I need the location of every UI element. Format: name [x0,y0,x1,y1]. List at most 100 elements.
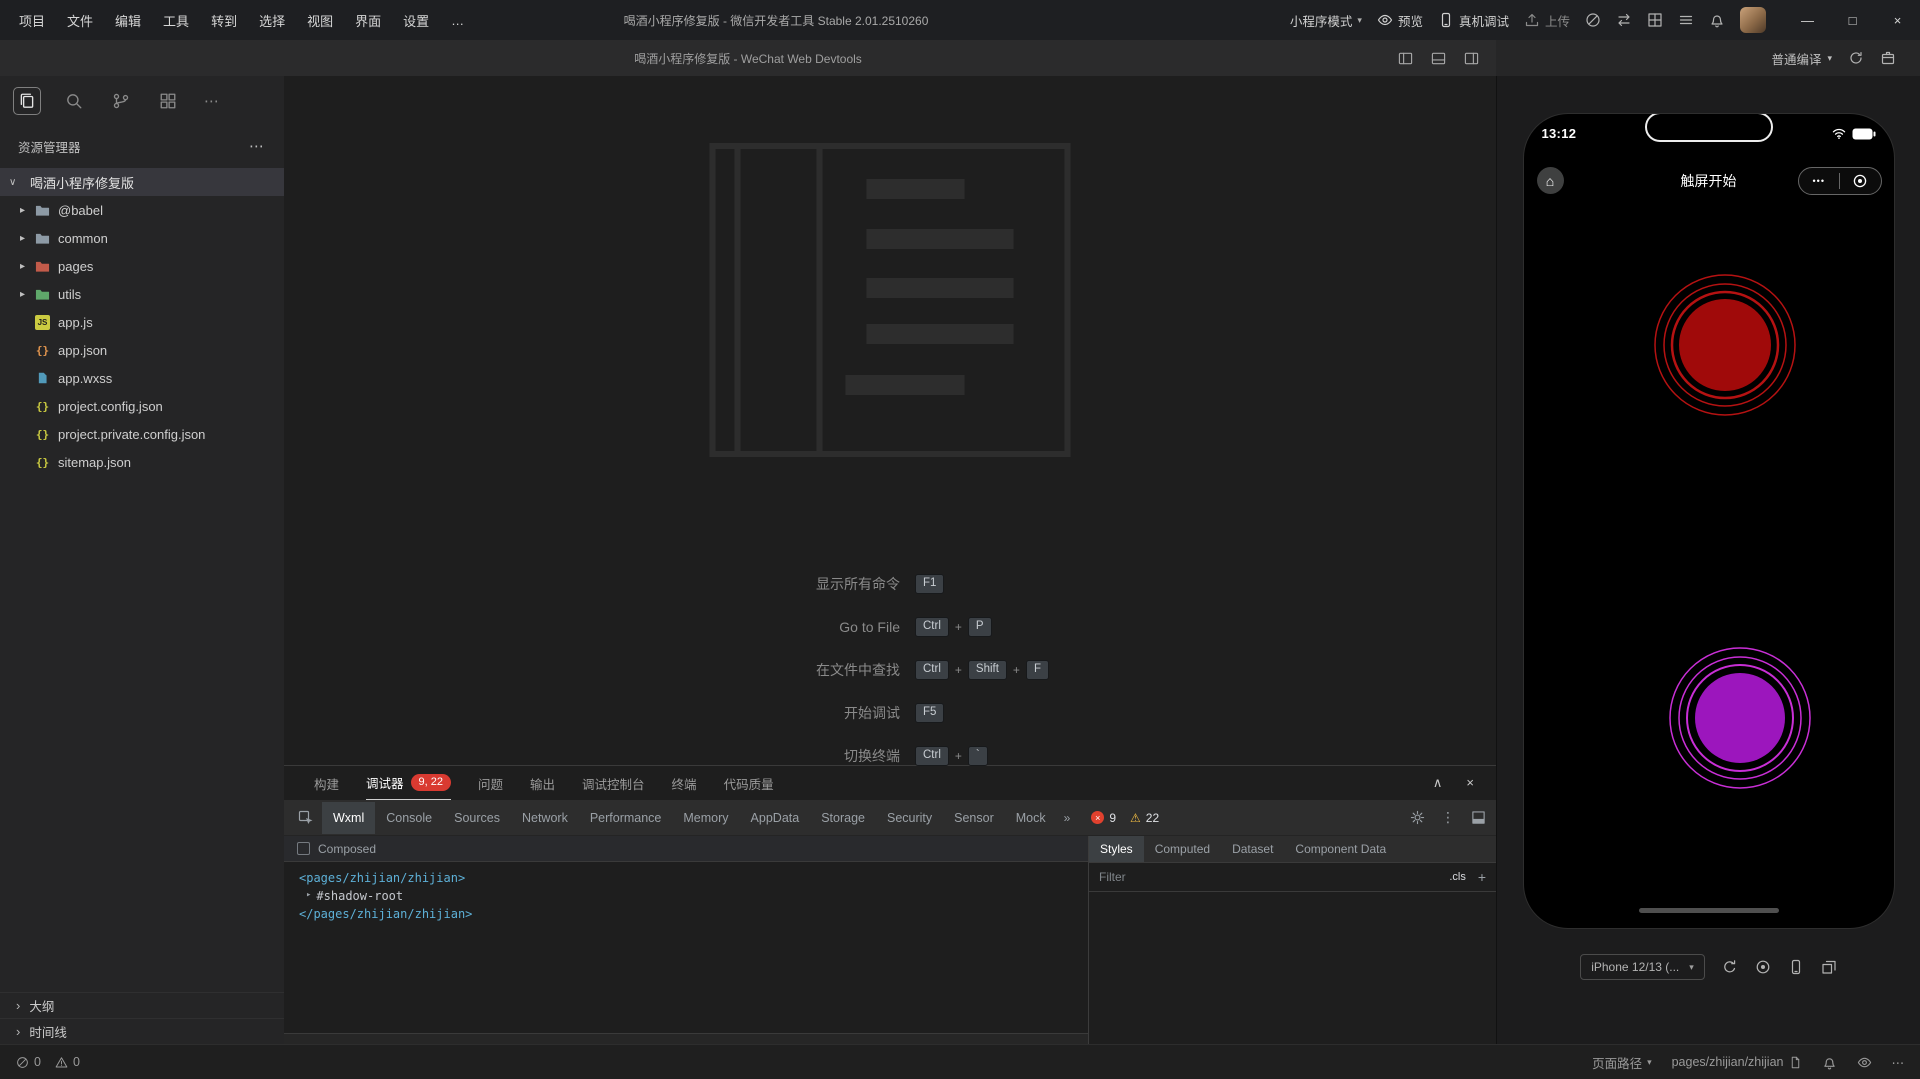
mode-select-button[interactable]: 小程序模式 ▾ [1290,11,1362,30]
horizontal-scrollbar[interactable] [284,1033,1088,1044]
close-button[interactable]: × [1875,0,1920,40]
wxml-shadow-root[interactable]: ▸ #shadow-root [299,887,1088,905]
menu-goto[interactable]: 转到 [200,7,248,34]
compile-mode-select[interactable]: 普通编译 ▾ [1771,49,1832,68]
problems-errors[interactable]: 0 [16,1055,41,1069]
menu-settings[interactable]: 设置 [392,7,440,34]
tab-dataset[interactable]: Dataset [1221,836,1284,862]
devtab-mock[interactable]: Mock [1005,802,1057,834]
new-style-rule-button[interactable]: + [1474,869,1486,885]
preview-button[interactable]: 预览 [1377,11,1423,30]
tree-item-file[interactable]: JS app.js [0,308,284,336]
tab-styles[interactable]: Styles [1089,836,1144,862]
wx ml-close-tag[interactable]: </pages/zhijian/zhijian> [299,905,1088,923]
collapse-panel-button[interactable]: ∧ [1433,775,1443,791]
tree-item-folder[interactable]: ▸ pages [0,252,284,280]
statusbar-more-button[interactable]: ⋯ [1892,1055,1905,1070]
activity-more-button[interactable]: ⋯ [202,92,221,110]
menu-tools[interactable]: 工具 [152,7,200,34]
more-tabs-button[interactable]: » [1057,811,1078,825]
tab-debugger[interactable]: 调试器 9, 22 [366,766,451,800]
grid-view-button[interactable] [1647,12,1663,28]
devtab-memory[interactable]: Memory [672,802,739,834]
tree-item-file[interactable]: {} sitemap.json [0,448,284,476]
wxml-open-tag[interactable]: <pages/zhijian/zhijian> [299,869,1088,887]
tab-problems[interactable]: 问题 [478,766,503,800]
source-control-view-button[interactable] [108,88,134,114]
compare-button[interactable] [1616,12,1632,28]
device-frame-button[interactable] [1788,959,1804,975]
toggle-class-button[interactable]: .cls [1449,871,1466,883]
menu-interface[interactable]: 界面 [344,7,392,34]
devtab-sources[interactable]: Sources [443,802,511,834]
devtab-security[interactable]: Security [876,802,943,834]
menu-select[interactable]: 选择 [248,7,296,34]
devtab-performance[interactable]: Performance [579,802,673,834]
extensions-view-button[interactable] [155,88,181,114]
devtab-storage[interactable]: Storage [810,802,876,834]
toggle-bottom-pane-icon[interactable] [1430,51,1447,66]
minimize-button[interactable]: — [1785,0,1830,40]
menu-edit[interactable]: 编辑 [104,7,152,34]
float-window-button[interactable] [1821,959,1837,975]
red-target-circle[interactable] [1640,260,1810,430]
page-path-select[interactable]: 页面路径 ▾ [1592,1053,1652,1072]
menu-list-button[interactable] [1678,12,1694,28]
document-icon[interactable] [1789,1056,1802,1069]
upload-button[interactable]: 上传 [1524,11,1570,30]
tree-item-folder[interactable]: ▸ common [0,224,284,252]
tree-item-folder[interactable]: ▸ @babel [0,196,284,224]
inspect-element-button[interactable] [290,810,322,826]
tree-item-file[interactable]: app.wxss [0,364,284,392]
composed-checkbox[interactable] [297,842,310,855]
clear-cache-button[interactable] [1880,50,1896,66]
problems-warnings[interactable]: 0 [55,1055,80,1069]
tree-item-file[interactable]: {} app.json [0,336,284,364]
menu-file[interactable]: 文件 [56,7,104,34]
tab-computed[interactable]: Computed [1144,836,1221,862]
styles-filter-input[interactable] [1099,870,1441,884]
menu-project[interactable]: 项目 [8,7,56,34]
notifications-button[interactable] [1709,12,1725,28]
purple-target-circle[interactable] [1655,633,1825,803]
outline-section[interactable]: › 大纲 [0,992,284,1018]
tab-build[interactable]: 构建 [314,766,339,800]
kebab-menu-icon[interactable]: ⋮ [1441,809,1455,826]
devtab-console[interactable]: Console [375,802,443,834]
bell-icon[interactable] [1822,1055,1837,1070]
tab-code-quality[interactable]: 代码质量 [724,766,774,800]
explorer-more-button[interactable]: ⋯ [249,137,264,155]
disabled-sync-button[interactable] [1585,12,1601,28]
gear-icon[interactable] [1410,810,1425,825]
explorer-view-button[interactable] [14,88,40,114]
tab-debug-console[interactable]: 调试控制台 [582,766,645,800]
toggle-right-pane-icon[interactable] [1463,51,1480,66]
capsule-close-button[interactable] [1840,173,1881,189]
user-avatar[interactable] [1740,7,1766,33]
menu-more[interactable]: … [440,9,475,32]
dock-side-icon[interactable] [1471,810,1486,825]
eye-icon[interactable] [1857,1055,1872,1070]
remote-debug-button[interactable]: 真机调试 [1438,11,1509,30]
console-error-counter[interactable]: × 9 [1091,811,1116,825]
timeline-section[interactable]: › 时间线 [0,1018,284,1044]
devtab-wxml[interactable]: Wxml [322,802,375,834]
search-view-button[interactable] [61,88,87,114]
capsule-more-button[interactable]: ••• [1799,176,1840,186]
devtab-network[interactable]: Network [511,802,579,834]
tab-component-data[interactable]: Component Data [1284,836,1397,862]
maximize-button[interactable]: □ [1830,0,1875,40]
tab-terminal[interactable]: 终端 [672,766,697,800]
device-selector[interactable]: iPhone 12/13 (... ▾ [1580,954,1705,980]
rotate-device-button[interactable] [1722,959,1738,975]
tab-output[interactable]: 输出 [530,766,555,800]
tree-item-file[interactable]: {} project.config.json [0,392,284,420]
menu-view[interactable]: 视图 [296,7,344,34]
tree-item-folder[interactable]: ▸ utils [0,280,284,308]
record-button[interactable] [1755,959,1771,975]
refresh-button[interactable] [1848,50,1864,66]
close-panel-button[interactable]: × [1466,775,1474,791]
toggle-left-pane-icon[interactable] [1397,51,1414,66]
console-warning-counter[interactable]: ⚠ 22 [1130,811,1159,825]
tree-item-file[interactable]: {} project.private.config.json [0,420,284,448]
